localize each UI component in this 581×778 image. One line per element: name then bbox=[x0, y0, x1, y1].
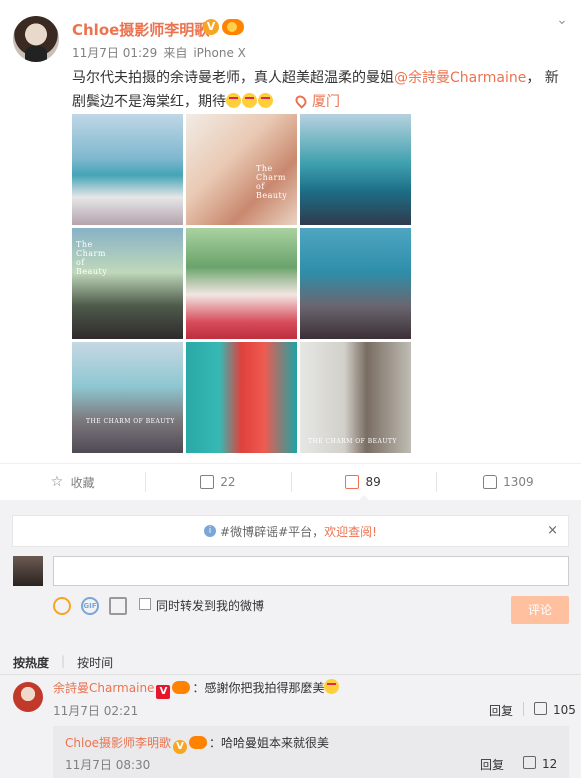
reply-button[interactable]: 回复 bbox=[489, 702, 513, 719]
comment-input[interactable] bbox=[53, 556, 569, 586]
share-count: 22 bbox=[220, 475, 236, 489]
photo-thumbnail[interactable] bbox=[72, 114, 183, 225]
action-bar: ☆ 收藏 22 89 1309 bbox=[0, 464, 581, 501]
author-avatar[interactable] bbox=[13, 16, 59, 62]
location-link[interactable]: 厦门 bbox=[293, 93, 340, 110]
reply-text: ：哈哈曼姐本来就很美 bbox=[209, 736, 330, 750]
share-button[interactable]: 22 bbox=[145, 464, 290, 500]
photo-caption: THE CHARM OF BEAUTY bbox=[308, 438, 397, 445]
photo-thumbnail[interactable] bbox=[186, 342, 297, 453]
gif-icon[interactable]: GIF bbox=[81, 597, 99, 615]
sort-by-hot[interactable]: 按热度 bbox=[13, 654, 49, 671]
forward-checkbox[interactable] bbox=[139, 598, 151, 610]
vip-badge-icon bbox=[222, 19, 244, 35]
verified-badge-icon: V bbox=[203, 19, 219, 35]
photo-thumbnail[interactable]: THE CHARM OF BEAUTY bbox=[300, 342, 411, 453]
emoji-icon[interactable] bbox=[53, 597, 71, 615]
commenter-avatar[interactable] bbox=[13, 682, 43, 712]
comment-button[interactable]: 89 bbox=[290, 464, 436, 501]
like-button[interactable]: 1309 bbox=[435, 464, 581, 500]
heart-eyes-emoji-icon bbox=[324, 679, 340, 694]
favorite-button[interactable]: ☆ 收藏 bbox=[0, 464, 145, 500]
like-count: 1309 bbox=[503, 475, 534, 489]
current-user-avatar bbox=[13, 556, 43, 586]
sort-by-time[interactable]: 按时间 bbox=[77, 654, 113, 671]
sort-separator: | bbox=[61, 654, 66, 668]
photo-thumbnail[interactable]: THE CHARM OF BEAUTY bbox=[72, 342, 183, 453]
info-icon: i bbox=[204, 525, 217, 537]
thumbs-up-icon bbox=[483, 475, 498, 489]
reply-thread: Chloe摄影师李明歌 V ：哈哈曼姐本来就很美 11月7日 08:30 回复 12 bbox=[53, 726, 569, 778]
comment-sort: 按热度 | 按时间 bbox=[13, 654, 125, 671]
photo-caption: The Charm of Beauty bbox=[76, 240, 108, 276]
heart-eyes-emoji-icon bbox=[242, 93, 257, 108]
post-date[interactable]: 11月7日 01:29 bbox=[72, 46, 157, 60]
comment-text: ：感謝你把我拍得那麼美 bbox=[192, 681, 325, 695]
submit-comment-button[interactable]: 评论 bbox=[511, 596, 569, 624]
photo-thumbnail[interactable] bbox=[300, 228, 411, 339]
comment-icon bbox=[345, 475, 360, 489]
close-icon[interactable]: × bbox=[547, 523, 558, 538]
heart-eyes-emoji-icon bbox=[226, 93, 241, 108]
author-username[interactable]: Chloe摄影师李明歌 bbox=[72, 19, 209, 40]
comment-panel: i #微博辟谣#平台， 欢迎查阅! × GIF 同时转发到我的微博 评论 按热度 |… bbox=[0, 500, 581, 778]
source-prefix: 来自 bbox=[163, 46, 188, 60]
verified-badge-icon: V bbox=[156, 685, 171, 699]
reply-body: Chloe摄影师李明歌 V ：哈哈曼姐本来就很美 bbox=[65, 734, 329, 754]
chevron-down-icon[interactable]: ⌄ bbox=[554, 12, 570, 28]
verified-badge-icon: V bbox=[173, 740, 188, 754]
divider bbox=[0, 674, 581, 675]
reply-like-button[interactable]: 12 bbox=[523, 756, 557, 771]
comment-count: 89 bbox=[365, 475, 381, 489]
commenter-username[interactable]: 余詩曼Charmaine bbox=[53, 681, 154, 695]
mention-link[interactable]: @余詩曼Charmaine bbox=[394, 70, 526, 86]
reply-username[interactable]: Chloe摄影师李明歌 bbox=[65, 736, 171, 750]
photo-grid: The Charm of Beauty The Charm of Beauty … bbox=[72, 114, 411, 453]
forward-label: 同时转发到我的微博 bbox=[156, 599, 265, 613]
star-icon: ☆ bbox=[50, 474, 64, 490]
share-icon bbox=[200, 475, 215, 489]
photo-thumbnail[interactable] bbox=[300, 114, 411, 225]
comment-like-button[interactable]: 105 bbox=[534, 702, 576, 717]
weibo-post-card: Chloe摄影师李明歌 V ⌄ 11月7日 01:29 来自 iPhone X 马尔… bbox=[0, 0, 581, 778]
comment-body: 余詩曼Charmaine V ：感謝你把我拍得那麼美 bbox=[53, 679, 340, 699]
favorite-label: 收藏 bbox=[70, 475, 95, 490]
post-text: 马尔代夫拍摄的余诗曼老师，真人超美超温柔的曼姐@余詩曼Charmaine， 新剧… bbox=[72, 66, 562, 114]
comment-time: 11月7日 02:21 bbox=[53, 704, 139, 718]
photo-caption: The Charm of Beauty bbox=[256, 164, 288, 200]
post-source: iPhone X bbox=[193, 46, 246, 60]
heart-eyes-emoji-icon bbox=[258, 93, 273, 108]
photo-caption: THE CHARM OF BEAUTY bbox=[86, 418, 175, 425]
vip-badge-icon bbox=[172, 681, 191, 694]
rumor-notice-banner[interactable]: i #微博辟谣#平台， 欢迎查阅! × bbox=[12, 515, 569, 547]
reply-time: 11月7日 08:30 bbox=[65, 758, 151, 772]
photo-thumbnail[interactable]: The Charm of Beauty bbox=[186, 114, 297, 225]
post-text-part1: 马尔代夫拍摄的余诗曼老师，真人超美超温柔的曼姐 bbox=[72, 70, 394, 86]
photo-thumbnail[interactable]: The Charm of Beauty bbox=[72, 228, 183, 339]
vip-badge-icon bbox=[189, 736, 208, 749]
location-pin-icon bbox=[293, 93, 309, 109]
notice-link[interactable]: 欢迎查阅! bbox=[324, 523, 377, 540]
divider bbox=[523, 702, 524, 716]
notice-prefix: #微博辟谣#平台， bbox=[220, 524, 325, 539]
location-label: 厦门 bbox=[312, 94, 340, 110]
photo-thumbnail[interactable] bbox=[186, 228, 297, 339]
reply-button[interactable]: 回复 bbox=[480, 756, 504, 773]
image-icon[interactable] bbox=[109, 597, 127, 615]
post-meta: 11月7日 01:29 来自 iPhone X bbox=[72, 44, 252, 61]
